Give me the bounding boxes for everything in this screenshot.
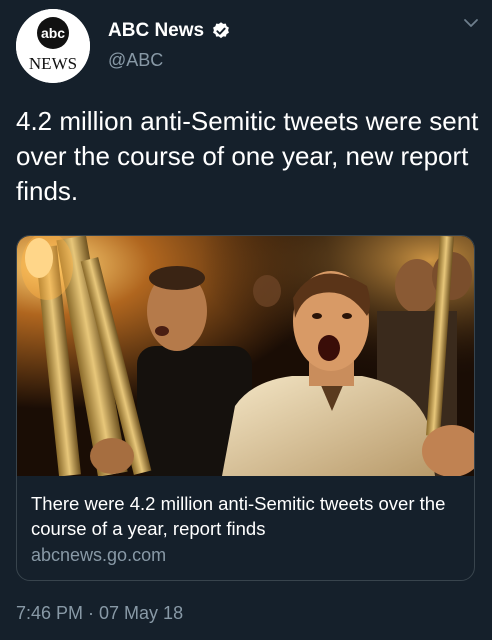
link-card[interactable]: There were 4.2 million anti-Semitic twee… [16,235,475,581]
rally-photo [17,236,474,476]
tweet-timestamp[interactable]: 7:46 PM · 07 May 18 [16,603,183,624]
name-row: ABC News [108,20,231,42]
logo-abc-text: abc [41,25,65,41]
tweet-container: abc NEWS ABC News @ABC 4.2 million anti-… [0,0,492,640]
chevron-down-icon[interactable] [462,14,480,32]
avatar[interactable]: abc NEWS [16,9,90,83]
logo-news-text: NEWS [29,54,77,73]
abc-news-logo: abc NEWS [16,9,90,83]
card-image [17,236,474,476]
user-handle[interactable]: @ABC [108,50,163,71]
tweet-text: 4.2 million anti-Semitic tweets were sen… [16,106,479,206]
verified-badge-icon [213,22,229,39]
display-name[interactable]: ABC News [108,20,204,42]
card-domain: abcnews.go.com [31,545,167,565]
card-title: There were 4.2 million anti-Semitic twee… [31,493,446,539]
